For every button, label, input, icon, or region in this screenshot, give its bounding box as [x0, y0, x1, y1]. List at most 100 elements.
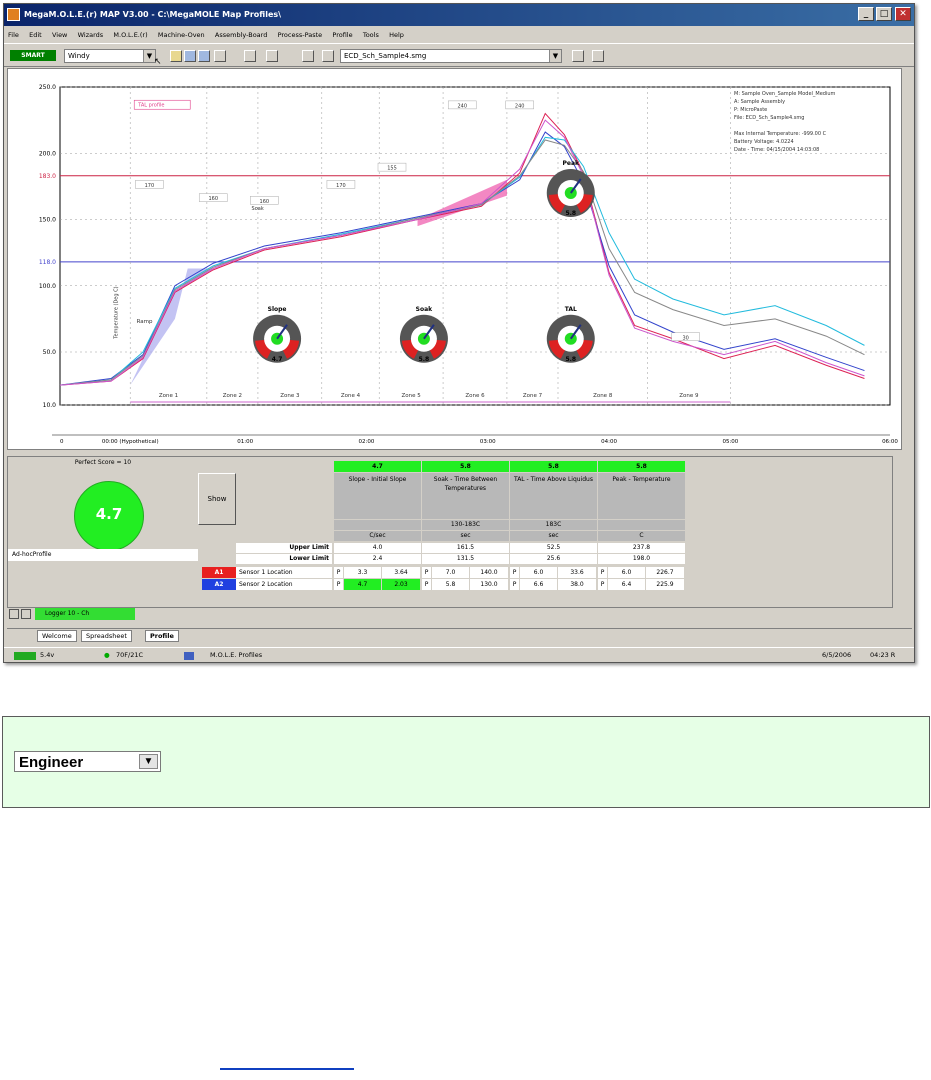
y-tick-label: 250.0 — [39, 84, 56, 91]
criteria-units: sec — [510, 531, 597, 541]
save-icon[interactable] — [184, 50, 196, 62]
profile-chart-svg: 250.0 200.0 183.0 150.0 118.0 100.0 50.0 10.0 Zo… — [39, 84, 899, 445]
limit-value[interactable]: 198.0 — [598, 554, 685, 564]
info-line: Date - Time: 04/15/2004 14:03:08 — [734, 147, 819, 153]
smart-logo[interactable]: SMART — [10, 50, 56, 61]
sensor-cell[interactable]: P — [334, 567, 343, 578]
maximize-button[interactable]: □ — [876, 7, 892, 21]
info-line: M: Sample Oven_Sample Model_Medium — [734, 91, 836, 97]
gauge-score-cell: 5.8 — [598, 461, 685, 472]
menu-wizards[interactable]: Wizards — [78, 28, 104, 42]
sensor-cell[interactable]: 2.03 — [382, 579, 420, 590]
role-select[interactable]: Engineer ▼ — [14, 751, 161, 772]
ramp-label: Ramp — [137, 319, 153, 325]
sensor-cell[interactable]: 6.0 — [608, 567, 645, 578]
sensor-cell[interactable]: 6.6 — [520, 579, 557, 590]
sensor-cell[interactable]: 226.7 — [646, 567, 684, 578]
zone-label: Zone 4 — [341, 393, 361, 399]
limit-value[interactable]: 2.4 — [334, 554, 421, 564]
menu-view[interactable]: View — [52, 28, 67, 42]
print-icon[interactable] — [214, 50, 226, 62]
tab-profile[interactable]: Profile — [145, 630, 179, 642]
footer-link-underline[interactable] — [220, 1068, 354, 1070]
y-tick-label: 50.0 — [43, 349, 57, 356]
move-top-icon[interactable] — [592, 50, 604, 62]
profile-combo[interactable]: ECD_Sch_Sample4.smg ▼ — [340, 49, 562, 63]
menu-file[interactable]: File — [8, 28, 19, 42]
view-combo[interactable]: Windy ▼ — [64, 49, 156, 63]
gauge-value: 5.8 — [565, 210, 576, 217]
limit-value[interactable]: 25.6 — [510, 554, 597, 564]
sensor-cell[interactable]: 5.8 — [432, 579, 469, 590]
menu-mole[interactable]: M.O.L.E.(r) — [113, 28, 147, 42]
limit-value[interactable]: 161.5 — [422, 543, 509, 553]
chevron-down-icon[interactable]: ▼ — [549, 50, 561, 62]
gauge-score-cell: 5.8 — [422, 461, 509, 472]
sensor-cell[interactable]: 225.9 — [646, 579, 684, 590]
sheet-tab-logger[interactable]: Logger 10 - Ch — [35, 608, 135, 620]
limit-value[interactable]: 131.5 — [422, 554, 509, 564]
limit-value[interactable]: 52.5 — [510, 543, 597, 553]
menu-help[interactable]: Help — [389, 28, 404, 42]
limit-value[interactable]: 237.8 — [598, 543, 685, 553]
sensor-cell[interactable]: P — [422, 567, 431, 578]
annotation-value: 160 — [208, 196, 218, 202]
prev-icon[interactable] — [302, 50, 314, 62]
menu-tools[interactable]: Tools — [363, 28, 379, 42]
tab-welcome[interactable]: Welcome — [37, 630, 77, 642]
open-folder-icon[interactable] — [170, 50, 182, 62]
tab-spreadsheet[interactable]: Spreadsheet — [81, 630, 132, 642]
next-icon[interactable] — [322, 50, 334, 62]
close-button[interactable]: ✕ — [895, 7, 911, 21]
sensor-cell[interactable]: P — [598, 567, 607, 578]
gauge-label: TAL — [565, 306, 577, 313]
x-tick-label: 05:00 — [722, 439, 738, 445]
menu-edit[interactable]: Edit — [29, 28, 42, 42]
menu-assembly-board[interactable]: Assembly-Board — [215, 28, 267, 42]
profile-chart[interactable]: 250.0 200.0 183.0 150.0 118.0 100.0 50.0 10.0 Zo… — [7, 68, 902, 450]
menu-process-paste[interactable]: Process-Paste — [278, 28, 323, 42]
chevron-down-icon[interactable]: ▼ — [139, 754, 158, 769]
x-tick-label: 06:00 — [882, 439, 898, 445]
battery-icon — [14, 652, 36, 660]
move-up-icon[interactable] — [572, 50, 584, 62]
sensor-cell[interactable]: 4.7 — [344, 579, 381, 590]
profile-name[interactable]: Ad-hocProfile — [8, 549, 198, 561]
limit-value[interactable]: 4.0 — [334, 543, 421, 553]
sensor-cell[interactable]: 140.0 — [470, 567, 508, 578]
zone-label: Zone 2 — [223, 393, 242, 399]
sensor-cell[interactable]: P — [510, 579, 519, 590]
zoom-in-icon[interactable] — [244, 50, 256, 62]
sensor-cell[interactable]: P — [510, 567, 519, 578]
criteria-units: sec — [422, 531, 509, 541]
save-all-icon[interactable] — [198, 50, 210, 62]
info-line: Max Internal Temperature: -999.00 C — [734, 131, 827, 137]
menu-profile[interactable]: Profile — [332, 28, 352, 42]
sensor-cell[interactable]: 38.0 — [558, 579, 596, 590]
sensor-cell[interactable]: 7.0 — [432, 567, 469, 578]
tab-scroll-right-icon[interactable] — [21, 609, 31, 619]
sensor-cell[interactable]: P — [422, 579, 431, 590]
sensor-cell[interactable]: 3.3 — [344, 567, 381, 578]
sensor-cell[interactable]: P — [598, 579, 607, 590]
sensor-cell[interactable]: P — [334, 579, 343, 590]
sensor-cell[interactable]: 6.4 — [608, 579, 645, 590]
info-line: A: Sample Assembly — [734, 99, 785, 105]
minimize-button[interactable]: _ — [858, 7, 874, 21]
tab-scroll-left-icon[interactable] — [9, 609, 19, 619]
y-tick-label: 183.0 — [39, 173, 56, 180]
criteria-units: C — [598, 531, 685, 541]
sensor-tag: A1 — [202, 567, 236, 578]
sensor-cell[interactable]: 6.0 — [520, 567, 557, 578]
zoom-out-icon[interactable] — [266, 50, 278, 62]
sensor-cell[interactable]: 130.0 — [470, 579, 508, 590]
show-button[interactable]: Show — [198, 473, 236, 525]
criteria-header: Slope - Initial Slope — [334, 473, 421, 519]
criteria-subheader: 183C — [510, 520, 597, 530]
menu-machine-oven[interactable]: Machine-Oven — [158, 28, 205, 42]
sensor-cell[interactable]: 3.64 — [382, 567, 420, 578]
criteria-subheader: 130-183C — [422, 520, 509, 530]
sensor-cell[interactable]: 33.6 — [558, 567, 596, 578]
liquidus-label: TAL profile — [137, 102, 164, 108]
x-tick-label: 02:00 — [359, 439, 375, 445]
